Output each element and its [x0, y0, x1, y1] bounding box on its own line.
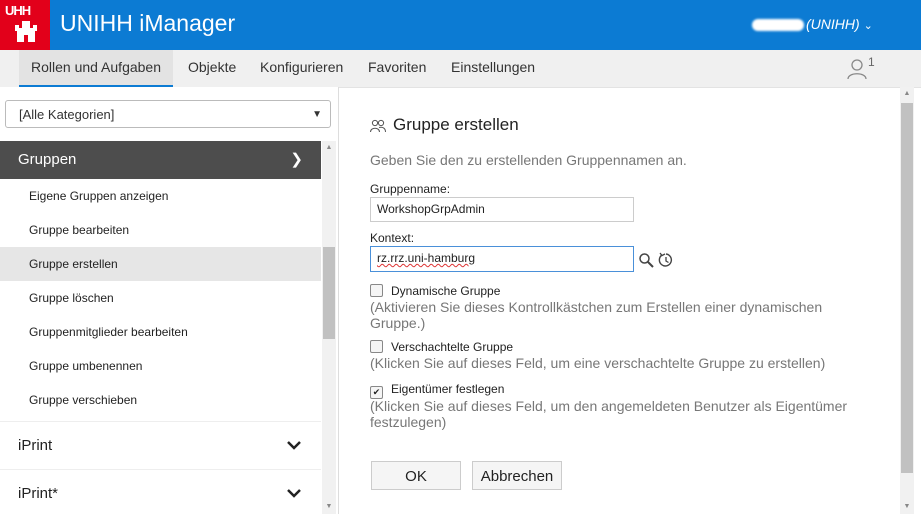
ok-button[interactable]: OK: [371, 461, 461, 490]
notifications-button[interactable]: 1: [846, 55, 875, 85]
section-label: iPrint: [18, 437, 53, 454]
menu-item-gruppe-erstellen[interactable]: Gruppe erstellen: [0, 247, 321, 281]
owner-label: Eigentümer festlegen: [391, 382, 505, 396]
context-input[interactable]: rz.rrz.uni-hamburg: [370, 246, 634, 272]
menu-item-gruppe-bearbeiten[interactable]: Gruppe bearbeiten: [0, 213, 321, 247]
scrollbar-thumb[interactable]: [323, 247, 335, 339]
dropdown-arrow-icon: ▼: [312, 109, 322, 120]
group-name-input[interactable]: WorkshopGrpAdmin: [370, 197, 634, 222]
menu-item-gruppe-umbenennen[interactable]: Gruppe umbenennen: [0, 349, 321, 383]
page-title-text: Gruppe erstellen: [393, 115, 519, 134]
main-content: Gruppe erstellen Geben Sie den zu erstel…: [339, 87, 899, 514]
chevron-down-icon: ⌄: [863, 20, 873, 32]
nested-group-checkbox[interactable]: [370, 340, 383, 353]
chevron-up-icon: ❯: [290, 151, 303, 168]
section-iprint-star[interactable]: iPrint*: [0, 469, 321, 517]
context-value: rz.rrz.uni-hamburg: [377, 251, 476, 265]
section-iprint[interactable]: iPrint: [0, 421, 321, 469]
menu-item-gruppe-verschieben[interactable]: Gruppe verschieben: [0, 383, 321, 417]
history-icon[interactable]: [658, 252, 674, 268]
user-menu[interactable]: (UNIHH) ⌄: [752, 16, 873, 32]
castle-icon: [15, 21, 37, 42]
user-tree: (UNIHH): [806, 16, 860, 32]
dynamic-group-help: (Aktivieren Sie dieses Kontrollkästchen …: [370, 299, 823, 331]
main-nav: Rollen und Aufgaben Objekte Konfiguriere…: [0, 50, 921, 88]
category-select[interactable]: [Alle Kategorien] ▼: [5, 100, 331, 128]
app-header: UHH UNIHH iManager (UNIHH) ⌄: [0, 0, 921, 50]
dynamic-group-checkbox[interactable]: [370, 284, 383, 297]
chevron-down-icon: [287, 470, 301, 518]
menu-item-gruppenmitglieder-bearbeiten[interactable]: Gruppenmitglieder bearbeiten: [0, 315, 321, 349]
notification-count: 1: [868, 55, 875, 69]
uhh-logo: UHH: [0, 0, 50, 50]
cancel-button[interactable]: Abbrechen: [472, 461, 562, 490]
group-name-label: Gruppenname:: [370, 182, 451, 196]
user-icon: [847, 59, 867, 80]
context-actions: [638, 251, 674, 269]
chevron-down-icon: [287, 422, 301, 470]
search-icon[interactable]: [638, 252, 654, 268]
group-title: Gruppen: [18, 151, 77, 168]
tab-objekte[interactable]: Objekte: [188, 50, 236, 85]
group-icon: [370, 119, 386, 132]
nested-group-row: Verschachtelte Gruppe: [370, 340, 513, 354]
page-title: Gruppe erstellen: [370, 115, 519, 135]
nested-group-label: Verschachtelte Gruppe: [391, 340, 514, 354]
scroll-up-arrow-icon[interactable]: ▲: [900, 87, 914, 101]
nested-group-help: (Klicken Sie auf dieses Feld, um eine ve…: [370, 355, 826, 371]
tab-konfigurieren[interactable]: Konfigurieren: [260, 50, 343, 85]
section-label: iPrint*: [18, 485, 59, 502]
tab-rollen-und-aufgaben[interactable]: Rollen und Aufgaben: [19, 50, 173, 87]
category-select-value: [Alle Kategorien]: [19, 107, 115, 122]
tab-einstellungen[interactable]: Einstellungen: [451, 50, 535, 85]
scroll-up-arrow-icon[interactable]: ▲: [322, 141, 336, 155]
menu-item-eigene-gruppen-anzeigen[interactable]: Eigene Gruppen anzeigen: [0, 179, 321, 213]
main-scrollbar[interactable]: ▲ ▼: [900, 87, 914, 514]
scroll-down-arrow-icon[interactable]: ▼: [322, 500, 336, 514]
scroll-down-arrow-icon[interactable]: ▼: [900, 500, 914, 514]
form-description: Geben Sie den zu erstellenden Gruppennam…: [370, 152, 687, 168]
redacted-username: [752, 19, 804, 32]
scrollbar-thumb[interactable]: [901, 103, 913, 473]
menu-item-gruppe-loeschen[interactable]: Gruppe löschen: [0, 281, 321, 315]
owner-help: (Klicken Sie auf dieses Feld, um den ang…: [370, 398, 848, 430]
owner-row: ✔ Eigentümer festlegen: [370, 382, 504, 399]
app-title: UNIHH iManager: [60, 10, 236, 36]
dynamic-group-label: Dynamische Gruppe: [391, 284, 501, 298]
dynamic-group-row: Dynamische Gruppe: [370, 284, 500, 298]
group-header-gruppen[interactable]: Gruppen ❯: [0, 141, 321, 179]
logo-text: UHH: [5, 3, 31, 18]
tab-favoriten[interactable]: Favoriten: [368, 50, 426, 85]
sidebar-scrollbar[interactable]: ▲ ▼: [322, 141, 336, 514]
sidebar: [Alle Kategorien] ▼ Gruppen ❯ Eigene Gru…: [0, 87, 339, 514]
context-label: Kontext:: [370, 231, 415, 245]
